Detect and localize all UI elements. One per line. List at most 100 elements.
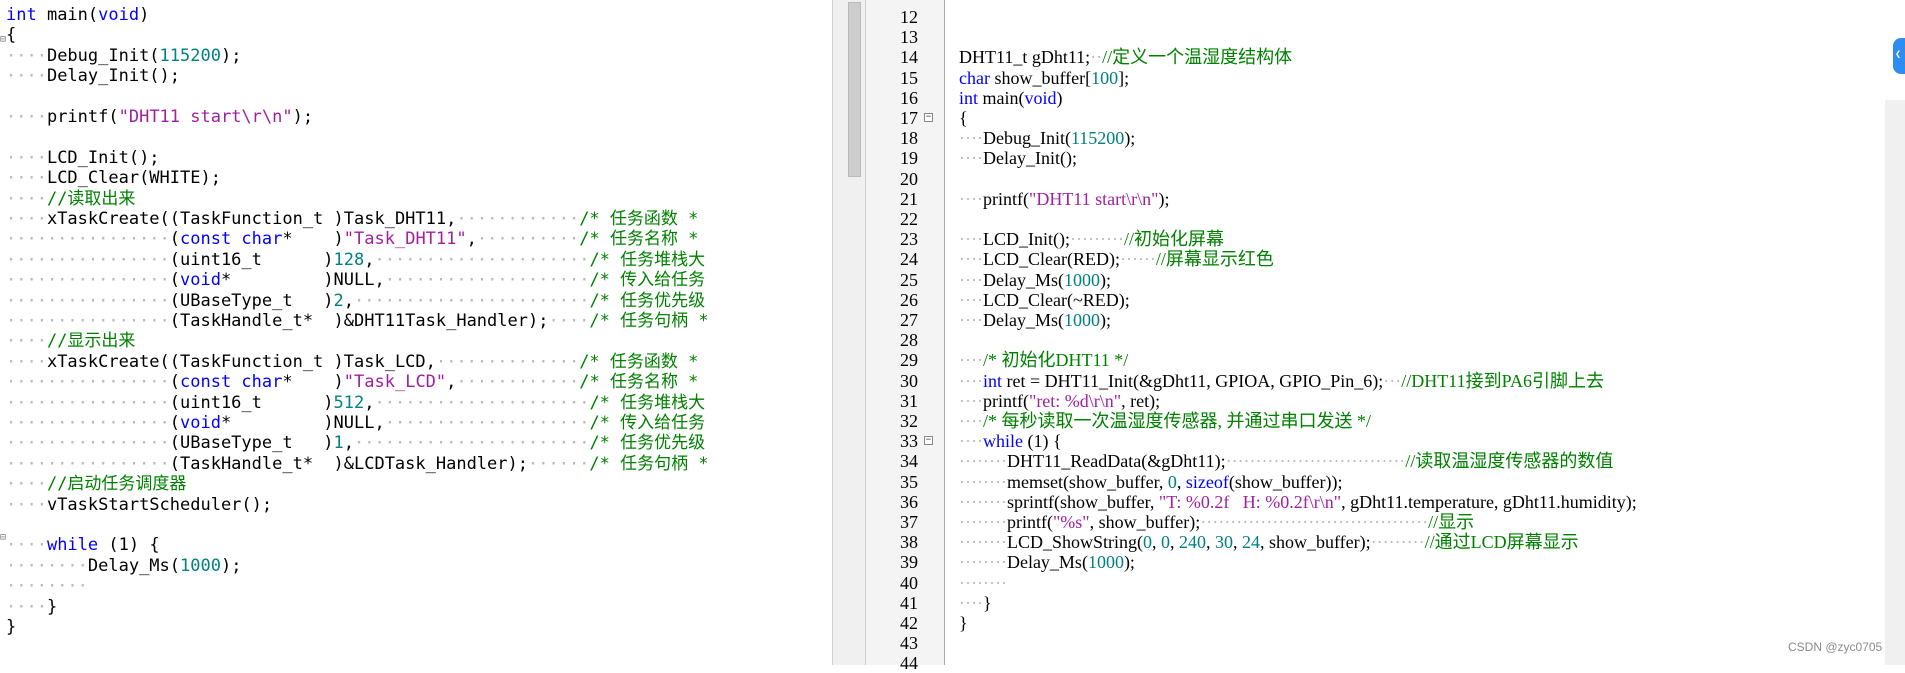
code-line[interactable]: ················(UBaseType_t )2,········… — [6, 291, 705, 311]
code-token: } — [959, 613, 968, 633]
code-token: ); — [220, 45, 242, 66]
code-line[interactable]: ····int ret = DHT11_Init(&gDht11, GPIOA,… — [959, 371, 1604, 391]
code-token: /* 任务优先级 — [589, 433, 706, 454]
code-line[interactable]: ················(void* )NULL,···········… — [6, 413, 705, 433]
code-line[interactable]: ····Delay_Init(); — [959, 148, 1077, 168]
code-token: , show_buffer); — [1259, 532, 1371, 553]
vertical-scrollbar[interactable] — [845, 0, 866, 665]
code-line[interactable]: ········Delay_Ms(1000); — [959, 552, 1135, 572]
code-line[interactable]: ················(TaskHandle_t* )&DHT11Ta… — [6, 311, 709, 331]
code-line[interactable]: ····/* 每秒读取一次温湿度传感器, 并通过串口发送 */ — [959, 411, 1371, 431]
scrollbar-thumb[interactable] — [848, 2, 861, 177]
code-line[interactable]: ········DHT11_ReadData(&gDht11);········… — [959, 451, 1613, 471]
code-token: ······ — [528, 453, 590, 474]
code-line[interactable]: } — [959, 613, 968, 633]
code-token: ············ — [456, 209, 580, 229]
code-line[interactable]: ····LCD_Clear(RED);······//屏幕显示红色 — [959, 249, 1274, 269]
code-line[interactable]: ········ — [6, 576, 88, 596]
code-line[interactable]: ········ — [959, 573, 1007, 593]
code-line[interactable]: ····while (1) { — [6, 535, 160, 555]
code-line[interactable]: ················(uint16_t )128,·········… — [6, 250, 705, 270]
code-line[interactable]: ········sprintf(show_buffer, "T: %0.2f H… — [959, 492, 1637, 512]
line-number: 24 — [900, 249, 918, 270]
code-line[interactable]: int main(void) — [6, 5, 149, 25]
code-line[interactable]: { — [959, 108, 968, 128]
code-token: "%s" — [1052, 512, 1090, 532]
line-number: 33 — [900, 431, 918, 452]
code-line[interactable]: ····//显示出来 — [6, 331, 135, 351]
code-line[interactable]: ····/* 初始化DHT11 */ — [959, 350, 1128, 370]
code-token: LCD_ShowString( — [1006, 532, 1143, 553]
code-line[interactable]: ····} — [959, 593, 992, 613]
fold-toggle-icon[interactable]: ⊟ — [0, 34, 6, 45]
code-token: void — [180, 413, 221, 433]
code-token: ]; — [1118, 67, 1130, 88]
code-line[interactable]: ················(UBaseType_t )1,········… — [6, 433, 705, 453]
left-code-editor[interactable]: int main(void){····Debug_Init(115200); ··… — [0, 0, 833, 665]
code-line[interactable]: ····Delay_Init(); — [6, 66, 180, 86]
line-number: 26 — [900, 289, 918, 310]
code-token: (TaskHandle_t* )&DHT11Task_Handler); — [169, 311, 549, 331]
code-token: ); — [220, 555, 242, 576]
code-line[interactable]: ········memset(show_buffer, 0, sizeof(sh… — [959, 472, 1343, 492]
code-line[interactable]: char show_buffer[100]; — [959, 68, 1129, 88]
code-line[interactable]: ····} — [6, 597, 57, 617]
fold-toggle-icon[interactable]: − — [924, 436, 933, 446]
code-line[interactable]: ····LCD_Init();·········//初始化屏幕 — [959, 229, 1224, 249]
code-token: printf( — [1006, 512, 1053, 532]
code-token: /* 任务函数 * — [579, 209, 699, 229]
code-line[interactable]: ····LCD_Clear(WHITE); — [6, 168, 221, 188]
code-token: ········ — [959, 491, 1007, 512]
code-line[interactable]: ········Delay_Ms(1000); — [6, 556, 241, 576]
code-line[interactable]: ········printf("%s", show_buffer);······… — [959, 512, 1474, 532]
code-token: 115200 — [1070, 128, 1125, 149]
code-token: ···· — [959, 592, 983, 613]
code-token: ···· — [959, 249, 983, 270]
code-line[interactable]: ················(TaskHandle_t* )&LCDTask… — [6, 454, 709, 474]
code-token: printf( — [982, 390, 1029, 411]
code-line[interactable]: ····Debug_Init(115200); — [959, 128, 1135, 148]
right-code-editor[interactable]: DHT11_t gDht11;··//定义一个温湿度结构体 char show_b… — [945, 0, 1905, 665]
line-number: 30 — [900, 370, 918, 391]
code-token: //显示出来 — [46, 331, 136, 352]
code-line[interactable]: ····while (1) { — [959, 431, 1062, 451]
code-line[interactable]: ················(void* )NULL,···········… — [6, 270, 705, 290]
code-line[interactable]: int main(void) — [959, 88, 1063, 108]
code-token: "Task_LCD" — [343, 372, 447, 393]
code-line[interactable]: ····printf("ret: %d\r\n", ret); — [959, 391, 1160, 411]
code-line[interactable]: { — [6, 25, 16, 45]
code-line[interactable]: ····//读取出来 — [6, 189, 135, 209]
right-scrollbar[interactable] — [1885, 100, 1905, 665]
code-line[interactable]: ····printf("DHT11 start\r\n"); — [959, 189, 1169, 209]
code-line[interactable]: DHT11_t gDht11;··//定义一个温湿度结构体 — [959, 47, 1292, 67]
code-token: ret = DHT11_Init(&gDht11, GPIOA, GPIO_Pi… — [1002, 370, 1384, 391]
code-line[interactable]: ····Debug_Init(115200); — [6, 46, 241, 66]
code-line[interactable]: ····Delay_Ms(1000); — [959, 270, 1111, 290]
code-line[interactable]: ····xTaskCreate((TaskFunction_t )Task_LC… — [6, 352, 698, 372]
code-token: xTaskCreate((TaskFunction_t )Task_LCD, — [46, 351, 436, 372]
code-token: ···· — [6, 45, 47, 66]
code-line[interactable]: ····Delay_Ms(1000); — [959, 310, 1111, 330]
code-line[interactable]: ····LCD_Init(); — [6, 148, 160, 168]
code-token: ······················· — [354, 433, 590, 454]
code-line[interactable]: ················(const char* )"Task_DHT1… — [6, 229, 698, 249]
code-line[interactable]: ········LCD_ShowString(0, 0, 240, 30, 24… — [959, 532, 1579, 552]
code-line[interactable]: ····LCD_Clear(~RED); — [959, 290, 1130, 310]
code-line[interactable]: ················(uint16_t )512,·········… — [6, 393, 705, 413]
code-token: ···· — [959, 431, 983, 452]
code-token: ); — [1123, 552, 1135, 573]
side-panel-toggle-icon[interactable]: ❮ — [1893, 38, 1905, 74]
code-line[interactable]: ················(const char* )"Task_LCD"… — [6, 372, 698, 392]
code-token: void — [98, 5, 140, 25]
code-token: ················ — [6, 229, 170, 250]
fold-toggle-icon[interactable]: ⊟ — [0, 532, 6, 543]
code-token: , — [364, 392, 375, 413]
code-line[interactable]: ····vTaskStartScheduler(); — [6, 495, 272, 515]
fold-toggle-icon[interactable]: − — [924, 113, 933, 122]
code-line[interactable]: } — [6, 617, 16, 637]
code-line[interactable]: ····printf("DHT11 start\r\n"); — [6, 107, 313, 127]
code-token: 0 — [1142, 532, 1152, 553]
code-token: /* 任务名称 * — [579, 229, 699, 250]
code-line[interactable]: ····//启动任务调度器 — [6, 474, 186, 494]
code-line[interactable]: ····xTaskCreate((TaskFunction_t )Task_DH… — [6, 209, 698, 229]
